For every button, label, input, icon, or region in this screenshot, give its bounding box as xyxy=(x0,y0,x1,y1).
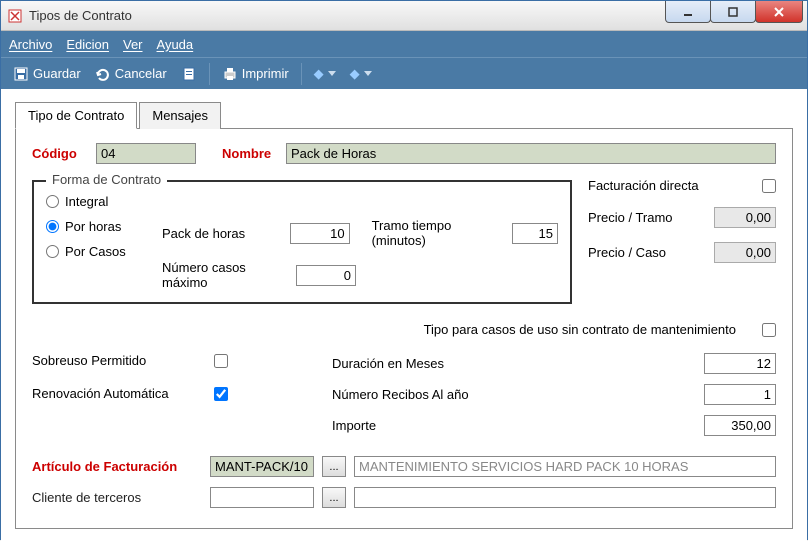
window: Tipos de Contrato Archivo Edicion Ver Ay… xyxy=(0,0,808,540)
window-buttons xyxy=(666,1,803,23)
articulo-lookup-button[interactable]: ... xyxy=(322,456,346,477)
menu-ayuda[interactable]: Ayuda xyxy=(157,37,194,52)
precio-tramo-value: 0,00 xyxy=(714,207,776,228)
pricing-side: Facturación directa Precio / Tramo 0,00 … xyxy=(588,174,776,263)
forma-contrato-group: Forma de Contrato Integral Por horas Por… xyxy=(32,180,572,304)
nombre-label: Nombre xyxy=(222,146,278,161)
tipo-sin-contrato-checkbox[interactable] xyxy=(762,323,776,337)
print-label: Imprimir xyxy=(242,66,289,81)
window-title: Tipos de Contrato xyxy=(29,8,132,23)
sobreuso-label: Sobreuso Permitido xyxy=(32,353,202,368)
codigo-label: Código xyxy=(32,146,88,161)
radio-por-casos[interactable]: Por Casos xyxy=(46,244,146,259)
importe-label: Importe xyxy=(332,418,376,433)
nav-dropdown-1[interactable]: ◆ xyxy=(310,64,340,84)
renovacion-label: Renovación Automática xyxy=(32,386,202,401)
chevron-down-icon xyxy=(364,71,372,76)
recibos-field[interactable] xyxy=(704,384,776,405)
articulo-desc-field xyxy=(354,456,776,477)
radio-por-horas[interactable]: Por horas xyxy=(46,219,146,234)
renovacion-checkbox[interactable] xyxy=(214,387,228,401)
menu-edicion[interactable]: Edicion xyxy=(66,37,109,52)
num-casos-label: Número casos máximo xyxy=(162,260,286,290)
toolbar-separator xyxy=(209,63,210,85)
nombre-field[interactable] xyxy=(286,143,776,164)
articulo-code-field[interactable] xyxy=(210,456,314,477)
forma-legend: Forma de Contrato xyxy=(46,172,167,187)
save-icon xyxy=(13,66,29,82)
pack-horas-field[interactable] xyxy=(290,223,350,244)
print-button[interactable]: Imprimir xyxy=(218,64,293,84)
cancel-icon xyxy=(95,66,111,82)
menubar: Archivo Edicion Ver Ayuda xyxy=(1,31,807,57)
minimize-button[interactable] xyxy=(665,1,711,23)
nav-dropdown-2[interactable]: ◆ xyxy=(346,64,376,84)
save-label: Guardar xyxy=(33,66,81,81)
tramo-field[interactable] xyxy=(512,223,558,244)
sobreuso-checkbox[interactable] xyxy=(214,354,228,368)
toolbar-separator-2 xyxy=(301,63,302,85)
recibos-label: Número Recibos Al año xyxy=(332,387,469,402)
chevron-down-icon xyxy=(328,71,336,76)
tab-page: Código Nombre Forma de Contrato Integral… xyxy=(15,129,793,529)
close-button[interactable] xyxy=(755,1,803,23)
fact-directa-label: Facturación directa xyxy=(588,178,699,193)
num-casos-field[interactable] xyxy=(296,265,356,286)
duracion-label: Duración en Meses xyxy=(332,356,444,371)
importe-field[interactable] xyxy=(704,415,776,436)
precio-caso-label: Precio / Caso xyxy=(588,245,666,260)
app-icon xyxy=(7,8,23,24)
tab-tipo-contrato[interactable]: Tipo de Contrato xyxy=(15,102,137,129)
cancel-label: Cancelar xyxy=(115,66,167,81)
cliente-desc-field xyxy=(354,487,776,508)
articulo-label: Artículo de Facturación xyxy=(32,459,202,474)
titlebar: Tipos de Contrato xyxy=(1,1,807,31)
tabs: Tipo de Contrato Mensajes xyxy=(15,101,793,129)
tipo-sin-contrato-label: Tipo para casos de uso sin contrato de m… xyxy=(424,322,736,337)
document-icon xyxy=(181,66,197,82)
cancel-button[interactable]: Cancelar xyxy=(91,64,171,84)
menu-archivo[interactable]: Archivo xyxy=(9,37,52,52)
tramo-label: Tramo tiempo (minutos) xyxy=(372,218,502,248)
content-area: Tipo de Contrato Mensajes Código Nombre … xyxy=(1,89,807,541)
menu-ver[interactable]: Ver xyxy=(123,37,143,52)
toolbar-extra-button[interactable] xyxy=(177,64,201,84)
precio-caso-value: 0,00 xyxy=(714,242,776,263)
precio-tramo-label: Precio / Tramo xyxy=(588,210,673,225)
duracion-field[interactable] xyxy=(704,353,776,374)
radio-integral[interactable]: Integral xyxy=(46,194,146,209)
maximize-button[interactable] xyxy=(710,1,756,23)
cliente-label: Cliente de terceros xyxy=(32,490,202,505)
codigo-field[interactable] xyxy=(96,143,196,164)
cliente-code-field[interactable] xyxy=(210,487,314,508)
pack-horas-label: Pack de horas xyxy=(162,226,280,241)
save-button[interactable]: Guardar xyxy=(9,64,85,84)
cliente-lookup-button[interactable]: ... xyxy=(322,487,346,508)
print-icon xyxy=(222,66,238,82)
toolbar: Guardar Cancelar Imprimir ◆ ◆ xyxy=(1,57,807,89)
tab-mensajes[interactable]: Mensajes xyxy=(139,102,221,129)
fact-directa-checkbox[interactable] xyxy=(762,179,776,193)
